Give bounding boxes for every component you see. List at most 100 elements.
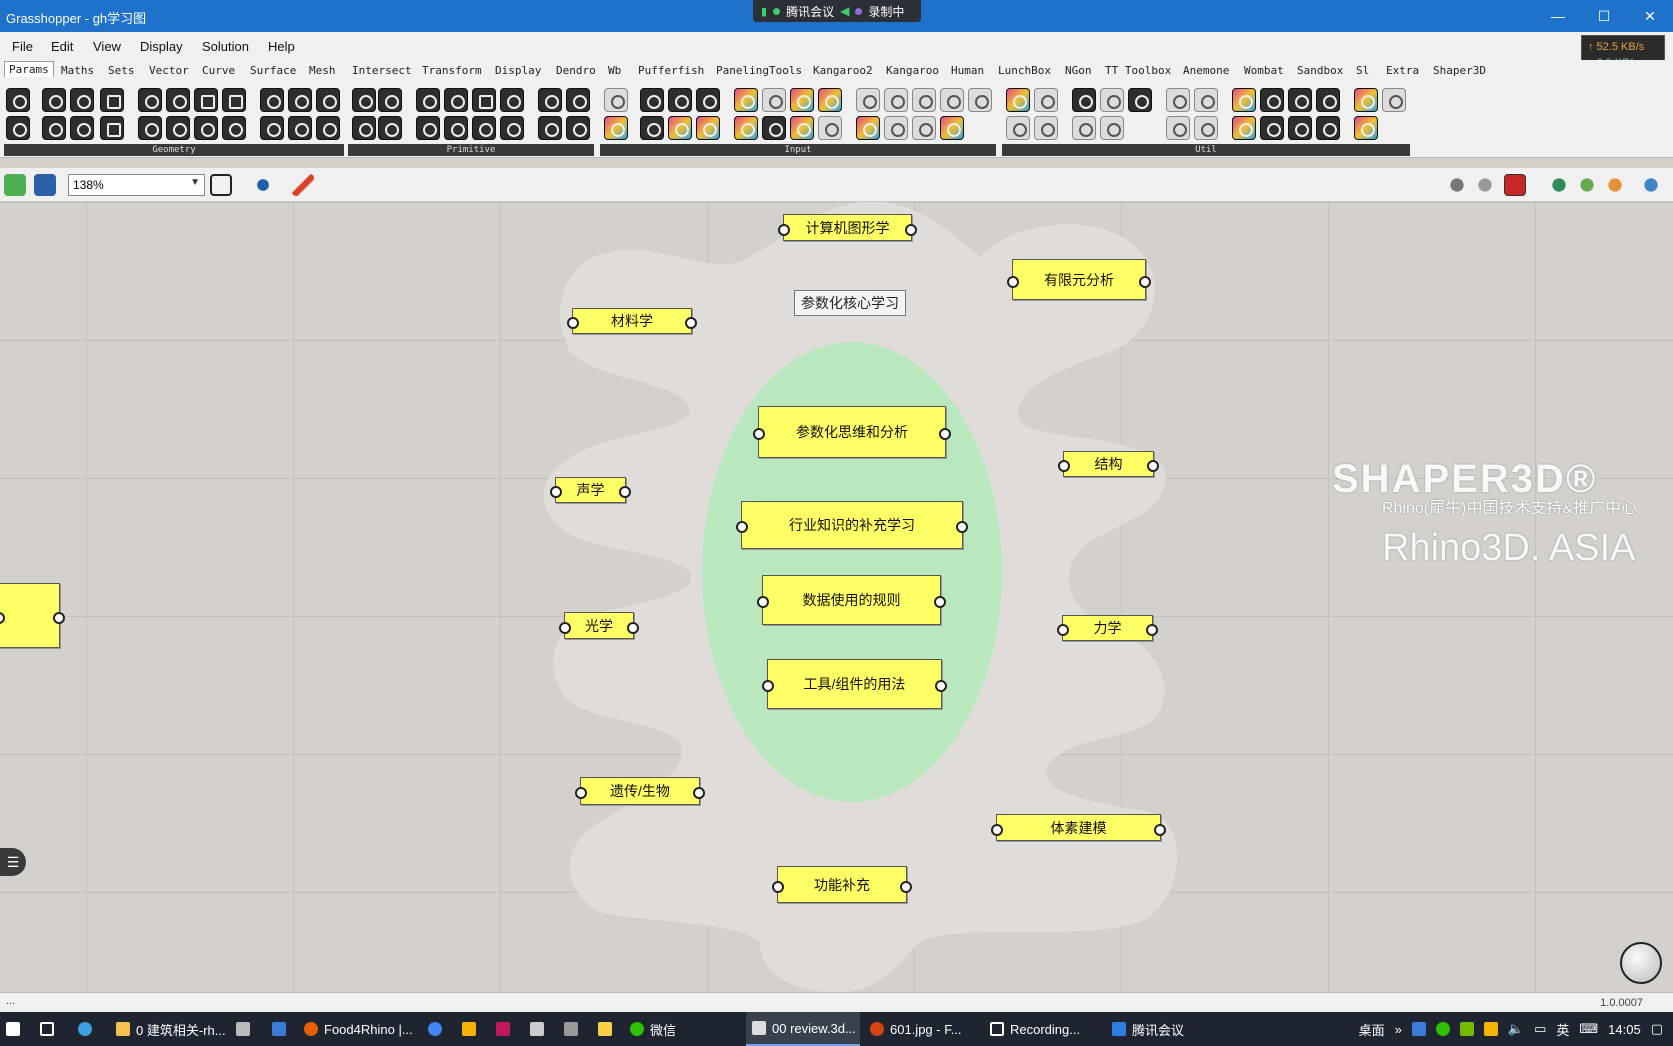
volume-icon[interactable]: 🔈 (1508, 1021, 1524, 1037)
eye-icon[interactable] (252, 174, 274, 196)
surface-icon[interactable] (100, 88, 124, 112)
rhino-icon[interactable] (530, 1012, 544, 1046)
tab-sl[interactable]: Sl (1356, 64, 1369, 77)
digit-scroller-icon[interactable] (818, 88, 842, 112)
curve-icon[interactable] (70, 116, 94, 140)
arc-icon[interactable] (70, 88, 94, 112)
tab-display[interactable]: Display (495, 64, 541, 77)
tab-kangaroo2[interactable]: Kangaroo2 (813, 64, 873, 77)
atom-icon[interactable] (260, 88, 284, 112)
node-fea[interactable]: 有限元分析 (1007, 259, 1151, 300)
wrench-icon[interactable] (1288, 88, 1312, 112)
tab-anemone[interactable]: Anemone (1183, 64, 1229, 77)
transform-icon[interactable] (288, 88, 312, 112)
tab-surface[interactable]: Surface (250, 64, 296, 77)
zoom-extents-icon[interactable] (210, 174, 232, 196)
tab-transform[interactable]: Transform (422, 64, 482, 77)
menu-file[interactable]: File (12, 39, 33, 54)
preview-wire-icon[interactable] (1446, 174, 1468, 196)
spectrum-icon[interactable] (856, 116, 880, 140)
eye-target-icon[interactable] (856, 88, 880, 112)
curve-graph-icon[interactable] (818, 116, 842, 140)
minimize-button[interactable]: — (1535, 0, 1581, 32)
node-function[interactable]: 功能补充 (772, 866, 912, 903)
uv-icon[interactable] (444, 88, 468, 112)
colour-picker-icon[interactable] (734, 88, 758, 112)
desktop-label[interactable]: 桌面 (1359, 1020, 1385, 1039)
menu-display[interactable]: Display (140, 39, 183, 54)
node-offscreen[interactable] (0, 583, 65, 648)
tab-wombat[interactable]: Wombat (1244, 64, 1284, 77)
taskbar-item-wechat[interactable]: 微信 (630, 1012, 676, 1046)
matrix-icon[interactable] (472, 88, 496, 112)
node-acoustics[interactable]: 声学 (550, 477, 631, 503)
panel-icon[interactable] (696, 88, 720, 112)
import-3dm-icon[interactable] (884, 88, 908, 112)
tab-pufferfish[interactable]: Pufferfish (638, 64, 704, 77)
vector-icon[interactable] (6, 116, 30, 140)
brep-icon[interactable] (138, 116, 162, 140)
taskbar-item-firefox[interactable]: Food4Rhino |... (304, 1012, 413, 1046)
text-icon[interactable] (378, 116, 402, 140)
complex-icon[interactable] (500, 88, 524, 112)
network-icon[interactable]: ▭ (1534, 1021, 1546, 1037)
tab-sandbox[interactable]: Sandbox (1297, 64, 1343, 77)
tab-vector[interactable]: Vector (149, 64, 189, 77)
tray-app-icon[interactable] (1411, 1022, 1426, 1036)
start-icon[interactable] (6, 1012, 20, 1046)
tray-shield-icon[interactable] (1483, 1022, 1498, 1036)
button-icon[interactable] (640, 116, 664, 140)
tab-kangaroo[interactable]: Kangaroo (886, 64, 939, 77)
line-icon[interactable] (42, 116, 66, 140)
cluster-icon[interactable] (1072, 88, 1096, 112)
notification-icon[interactable]: ▢ (1651, 1021, 1663, 1037)
node-industry-knowledge[interactable]: 行业知识的补充学习 (736, 501, 968, 549)
tree-icon[interactable] (1006, 116, 1030, 140)
node-computer-graphics[interactable]: 计算机图形学 (778, 214, 917, 241)
render-icon[interactable] (1354, 88, 1378, 112)
display-mode-icon[interactable] (1548, 174, 1570, 196)
disable-icon[interactable] (1194, 116, 1218, 140)
menu-edit[interactable]: Edit (51, 39, 73, 54)
swatch-icon[interactable] (696, 116, 720, 140)
save-icon[interactable] (34, 174, 56, 196)
ladybug-icon[interactable] (1232, 88, 1256, 112)
node-parametric-thinking[interactable]: 参数化思维和分析 (753, 406, 951, 458)
node-optics[interactable]: 光学 (559, 612, 639, 639)
loop-icon[interactable] (288, 116, 312, 140)
node-materials[interactable]: 材料学 (567, 308, 697, 334)
chrome-icon[interactable] (428, 1012, 442, 1046)
taskbar-item-explorer[interactable]: 0 建筑相关-rh... (116, 1012, 226, 1046)
record-data-icon[interactable] (1072, 116, 1096, 140)
gradient-icon[interactable] (668, 116, 692, 140)
field-icon[interactable] (166, 116, 190, 140)
menu-help[interactable]: Help (268, 39, 295, 54)
node-mechanics[interactable]: 力学 (1057, 615, 1158, 641)
point-icon[interactable] (6, 88, 30, 112)
grasshopper-icon[interactable] (564, 1012, 578, 1046)
tab-extra[interactable]: Extra (1386, 64, 1419, 77)
id-tag-icon[interactable] (940, 116, 964, 140)
node-tool-usage[interactable]: 工具/组件的用法 (762, 659, 947, 709)
sticky-notes-icon[interactable] (598, 1012, 612, 1046)
galapagos-icon[interactable] (1128, 88, 1152, 112)
tab-shaper3d[interactable]: Shaper3D (1433, 64, 1486, 77)
magnifier-icon[interactable] (1194, 88, 1218, 112)
meeting-status-pill[interactable]: ▮ 腾讯会议 ◀ 录制中 (753, 0, 921, 22)
group-label[interactable]: 参数化核心学习 (794, 290, 906, 316)
pencil-icon[interactable] (1100, 88, 1124, 112)
maximize-button[interactable]: ☐ (1581, 0, 1627, 32)
cycle-icon[interactable] (316, 116, 340, 140)
plane-icon[interactable] (100, 116, 124, 140)
colour-icon[interactable] (566, 116, 590, 140)
import-pdb-icon[interactable] (912, 116, 936, 140)
id-icon[interactable] (472, 116, 496, 140)
info-icon[interactable] (1100, 116, 1124, 140)
node-structure[interactable]: 结构 (1058, 451, 1159, 477)
md-slider-icon[interactable] (734, 116, 758, 140)
close-x-icon[interactable] (1316, 88, 1340, 112)
node-data-rules[interactable]: 数据使用的规则 (757, 575, 946, 625)
calendar-icon[interactable] (762, 88, 786, 112)
arrow-app-icon[interactable] (496, 1012, 510, 1046)
scatter-icon[interactable] (316, 88, 340, 112)
